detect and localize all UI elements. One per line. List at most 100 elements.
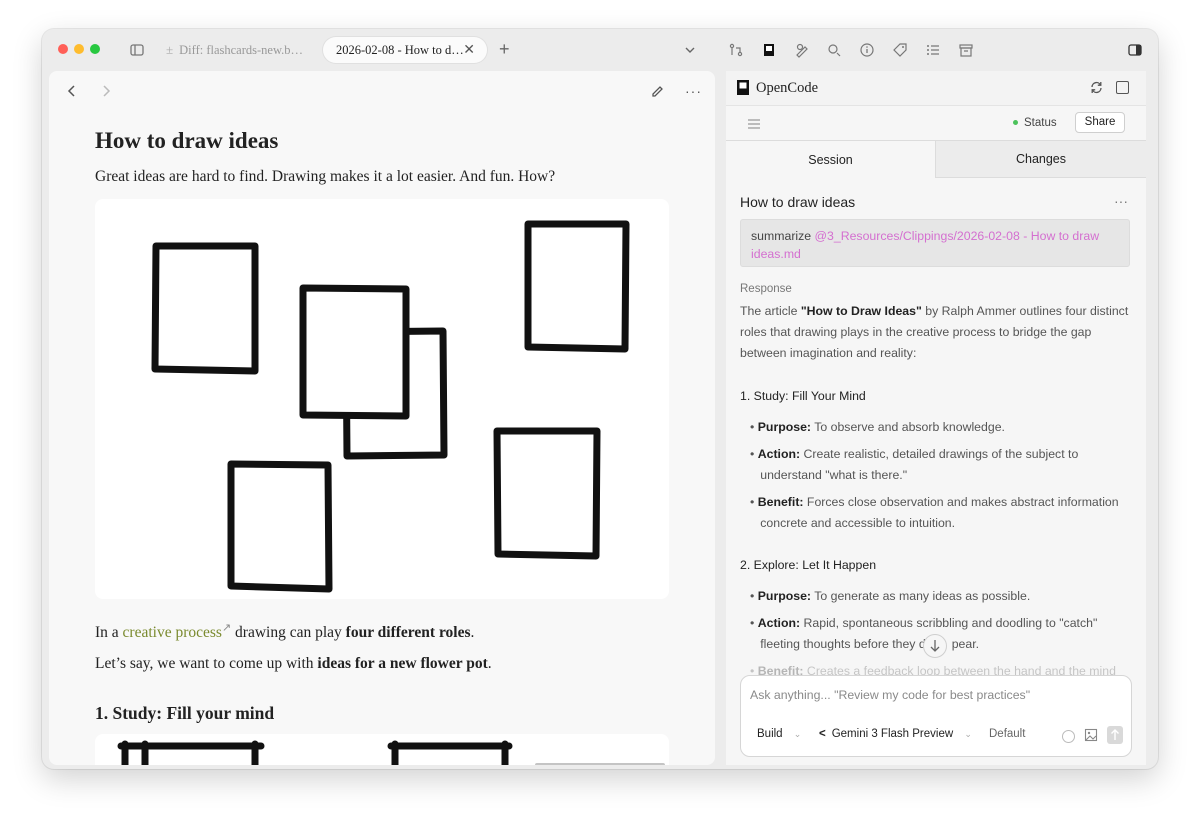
- item-key: Purpose:: [757, 589, 812, 603]
- external-link-icon: ↗: [221, 622, 232, 634]
- tab-session-label: Session: [808, 153, 853, 167]
- arrow-down-icon: [930, 640, 940, 652]
- item-key: Action:: [757, 616, 801, 630]
- resp-text: between imagination and reality:: [740, 346, 917, 360]
- chat-input-box[interactable]: Ask anything... "Review my code for best…: [740, 675, 1132, 757]
- edit-icon[interactable]: [650, 84, 665, 104]
- para-text: .: [487, 655, 492, 672]
- list-item: • Action: Create realistic, detailed dra…: [750, 447, 1079, 482]
- para-text: Let’s say, we want to come up with: [95, 655, 318, 672]
- session-more-button[interactable]: ···: [1114, 193, 1128, 209]
- study-sketch: [117, 740, 513, 765]
- paragraph-flower-pot: Let’s say, we want to come up with ideas…: [95, 655, 492, 673]
- back-icon[interactable]: [65, 84, 79, 103]
- item-key: Benefit:: [757, 495, 804, 509]
- para-text: drawing can play: [231, 624, 346, 642]
- link-text: creative process: [122, 624, 222, 642]
- chat-input[interactable]: Ask anything... "Review my code for best…: [750, 688, 1030, 702]
- right-sidebar-toggle-icon[interactable]: [1127, 42, 1143, 58]
- ai-edit-icon[interactable]: [794, 42, 810, 58]
- note-intro: Great ideas are hard to find. Drawing ma…: [95, 168, 556, 185]
- drawing-image-rectangles: [95, 199, 669, 599]
- session-toolbar: Status Share: [726, 105, 1146, 141]
- scroll-to-bottom-button[interactable]: [923, 634, 947, 658]
- file-mention[interactable]: @3_Resources/Clippings/2026-02-08 - How …: [815, 229, 1100, 243]
- section-heading: 1. Study: Fill your mind: [95, 703, 275, 723]
- horizontal-scrollbar[interactable]: [535, 763, 665, 765]
- list-item: • Purpose: To generate as many ideas as …: [750, 589, 1031, 603]
- tab-changes-label: Changes: [1015, 152, 1067, 166]
- info-icon[interactable]: [859, 42, 875, 58]
- response-section-2: 2. Explore: Let It Happen: [740, 558, 877, 572]
- tag-icon[interactable]: [892, 42, 908, 58]
- opencode-panel: OpenCode Status Share Session Changes Ho…: [726, 71, 1146, 765]
- creative-process-link[interactable]: creative process↗: [122, 622, 232, 642]
- tab-note[interactable]: 2026-02-08 - How to d… ✕: [323, 37, 487, 63]
- expand-icon[interactable]: [1116, 81, 1129, 94]
- minimize-window-button[interactable]: [74, 44, 84, 54]
- tab-diff[interactable]: ± Diff: flashcards-new.b…: [166, 37, 316, 63]
- resp-text: The article: [740, 304, 801, 318]
- response-intro: The article "How to Draw Ideas" by Ralph…: [740, 301, 1130, 364]
- opencode-icon[interactable]: [761, 42, 777, 58]
- item-value: To observe and absorb knowledge.: [811, 420, 1005, 434]
- more-options-icon[interactable]: ···: [685, 83, 702, 99]
- status-label: Status: [1024, 117, 1057, 129]
- panel-header: OpenCode: [726, 71, 1146, 105]
- ai-sparkle-icon[interactable]: [826, 42, 842, 58]
- note-pane: ··· How to draw ideas Great ideas are ha…: [49, 71, 715, 765]
- agent-label: Build: [757, 728, 783, 740]
- item-value: Create realistic, detailed drawings of t…: [800, 447, 1079, 461]
- close-window-button[interactable]: [58, 44, 68, 54]
- arrow-up-icon: [1111, 729, 1119, 740]
- resp-bold: "How to Draw Ideas": [800, 304, 922, 318]
- image-attach-icon[interactable]: [1084, 728, 1098, 747]
- file-mention-cont[interactable]: ideas.md: [751, 247, 801, 261]
- plus-minus-icon: ±: [166, 42, 174, 57]
- para-bold: ideas for a new flower pot: [317, 655, 488, 672]
- menu-icon[interactable]: [747, 117, 761, 135]
- user-prompt: summarize @3_Resources/Clippings/2026-02…: [740, 219, 1130, 267]
- prompt-prefix: summarize: [751, 229, 815, 243]
- tab-note-label: 2026-02-08 - How to d…: [336, 42, 464, 57]
- forward-icon[interactable]: [99, 84, 113, 103]
- variant-select[interactable]: Default: [989, 728, 1025, 740]
- share-button[interactable]: Share: [1075, 112, 1125, 133]
- item-value: understand "what is there.": [760, 468, 908, 482]
- archive-icon[interactable]: [958, 42, 974, 58]
- response-label: Response: [740, 283, 792, 295]
- opencode-logo-icon: [737, 80, 749, 100]
- tab-changes[interactable]: Changes: [935, 140, 1146, 178]
- app-window: ± Diff: flashcards-new.b… 2026-02-08 - H…: [42, 29, 1158, 769]
- rectangles-sketch: [151, 220, 630, 593]
- note-title: How to draw ideas: [95, 128, 279, 153]
- resp-text: roles that drawing plays in the creative…: [740, 325, 1092, 339]
- resp-text: by Ralph Ammer outlines four distinct: [921, 304, 1129, 318]
- paragraph-roles: In a creative process↗ drawing can play …: [95, 621, 474, 642]
- model-select[interactable]: < Gemini 3 Flash Preview ⌄: [819, 728, 972, 740]
- item-value: Forces close observation and makes abstr…: [803, 495, 1119, 509]
- agent-select[interactable]: Build ⌄: [757, 728, 801, 740]
- status-dot: [1013, 120, 1018, 126]
- list-item: • Purpose: To observe and absorb knowled…: [750, 420, 1005, 434]
- send-button[interactable]: [1107, 726, 1123, 744]
- item-value: Rapid, spontaneous scribbling and doodli…: [800, 616, 1098, 630]
- tab-session[interactable]: Session: [726, 140, 935, 179]
- item-value: pear.: [951, 637, 980, 651]
- chevron-down-icon: ⌄: [964, 729, 972, 739]
- maximize-window-button[interactable]: [90, 44, 100, 54]
- item-value: To generate as many ideas as possible.: [811, 589, 1031, 603]
- status-indicator[interactable]: Status: [1013, 117, 1057, 129]
- model-icon: <: [819, 728, 826, 740]
- tab-diff-label: Diff: flashcards-new.b…: [179, 42, 304, 57]
- model-label: Gemini 3 Flash Preview: [831, 728, 954, 740]
- chevron-down-icon[interactable]: [682, 42, 698, 58]
- title-bar: ± Diff: flashcards-new.b… 2026-02-08 - H…: [42, 29, 1158, 71]
- chevron-down-icon: ⌄: [793, 729, 802, 739]
- sidebar-toggle-icon[interactable]: [129, 42, 145, 58]
- plus-icon[interactable]: +: [499, 40, 515, 58]
- git-compare-icon[interactable]: [728, 42, 744, 58]
- refresh-icon[interactable]: [1089, 80, 1104, 100]
- list-icon[interactable]: [925, 42, 941, 58]
- close-icon[interactable]: ✕: [463, 42, 475, 58]
